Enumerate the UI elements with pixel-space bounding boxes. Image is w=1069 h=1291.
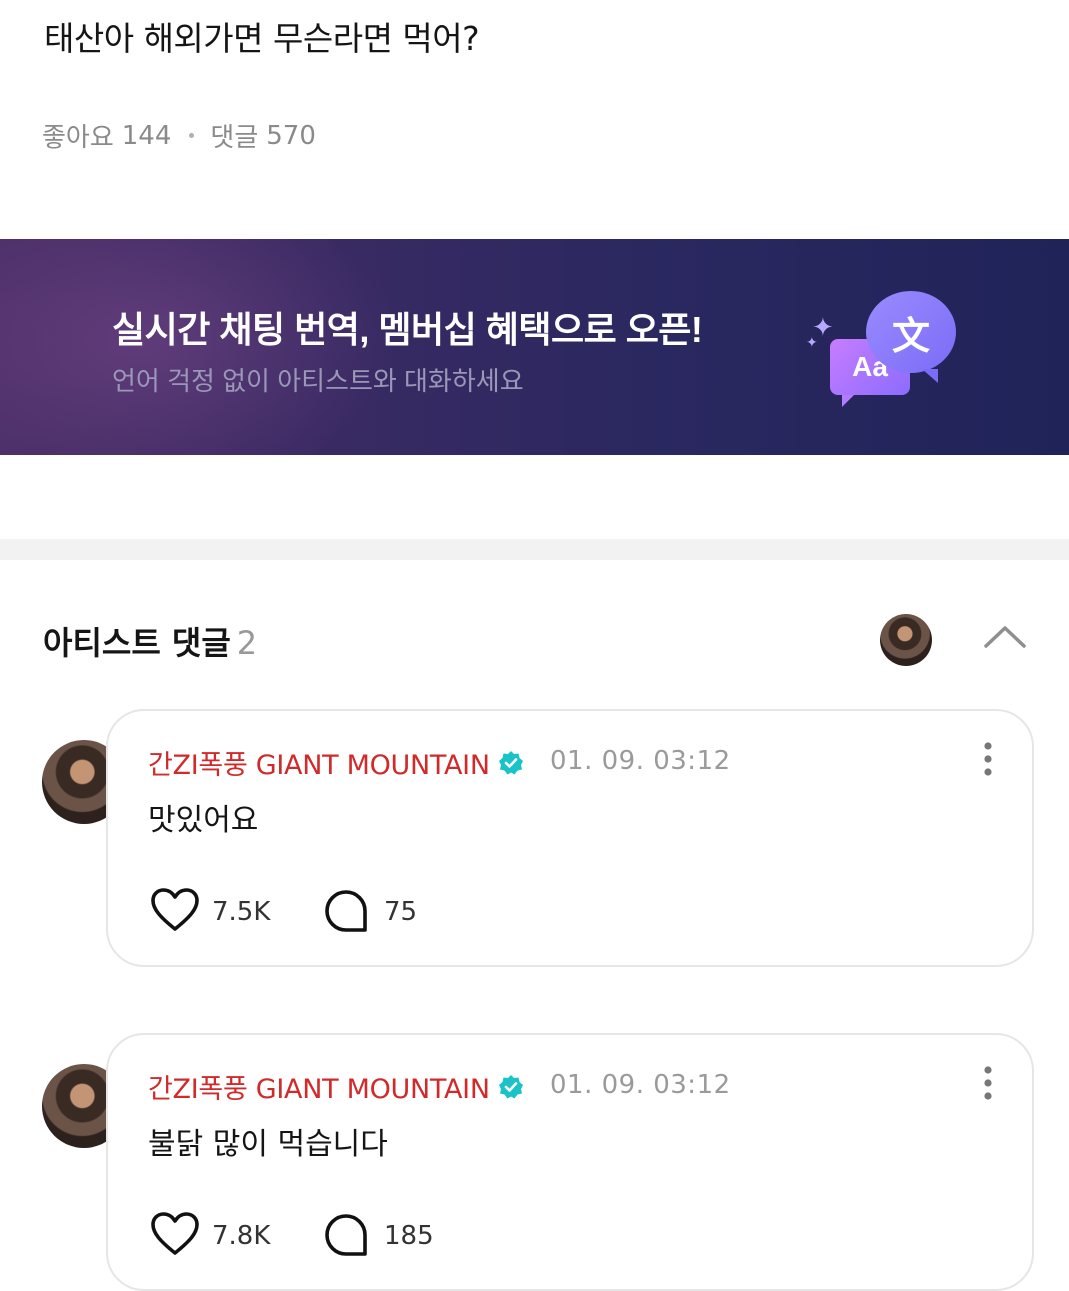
comment-text: 불닭 많이 먹습니다 — [148, 1127, 388, 1162]
artist-comments-count: 2 — [236, 624, 258, 662]
comment-date: 01. 09. 03:12 — [550, 1070, 731, 1100]
comment-date: 01. 09. 03:12 — [550, 746, 731, 776]
separator-dot — [189, 133, 195, 138]
more-options-icon[interactable] — [982, 741, 994, 777]
post-stats: 좋아요 144 댓글 570 — [42, 117, 316, 154]
reply-bubble-icon[interactable] — [324, 1213, 368, 1257]
reply-bubble-icon[interactable] — [324, 889, 368, 933]
artist-comments-title: 아티스트 댓글 — [43, 624, 231, 662]
more-options-icon[interactable] — [982, 1065, 994, 1101]
comment-text: 맛있어요 — [148, 803, 259, 838]
comment-card: 간ZI폭풍 GIANT MOUNTAIN 01. 09. 03:12 맛있어요 … — [106, 709, 1034, 967]
comment-author[interactable]: 간ZI폭풍 GIANT MOUNTAIN — [148, 743, 524, 782]
comments-label: 댓글 — [210, 123, 259, 153]
comment-author[interactable]: 간ZI폭풍 GIANT MOUNTAIN — [148, 1067, 524, 1106]
reply-count: 185 — [384, 1221, 434, 1251]
chevron-up-icon[interactable] — [982, 618, 1028, 652]
verified-badge-icon — [498, 750, 523, 774]
heart-icon[interactable] — [150, 887, 200, 933]
post-title: 태산아 해외가면 무슨라면 먹어? — [44, 19, 480, 58]
author-name: 간ZI폭풍 GIANT MOUNTAIN — [148, 1074, 490, 1105]
reply-count: 75 — [384, 897, 418, 927]
section-divider — [0, 539, 1069, 560]
like-count: 7.8K — [212, 1221, 271, 1251]
verified-badge-icon — [498, 1074, 523, 1098]
banner-title: 실시간 채팅 번역, 멤버십 혜택으로 오픈! — [112, 309, 703, 350]
like-count: 7.5K — [212, 897, 271, 927]
membership-banner[interactable]: 실시간 채팅 번역, 멤버십 혜택으로 오픈! 언어 걱정 없이 아티스트와 대… — [0, 239, 1069, 455]
banner-subtitle: 언어 걱정 없이 아티스트와 대화하세요 — [112, 366, 524, 396]
translate-wen-icon: 文 — [866, 291, 956, 383]
author-name: 간ZI폭풍 GIANT MOUNTAIN — [148, 750, 490, 781]
likes-label: 좋아요 — [42, 123, 114, 153]
heart-icon[interactable] — [150, 1211, 200, 1257]
comments-count: 570 — [266, 120, 316, 151]
artist-avatar-icon[interactable] — [880, 614, 932, 666]
sparkle-small-icon: ✦ — [806, 335, 818, 351]
artist-comments-header: 아티스트 댓글 2 — [43, 618, 257, 664]
comment-card: 간ZI폭풍 GIANT MOUNTAIN 01. 09. 03:12 불닭 많이… — [106, 1033, 1034, 1291]
likes-count: 144 — [121, 120, 172, 151]
